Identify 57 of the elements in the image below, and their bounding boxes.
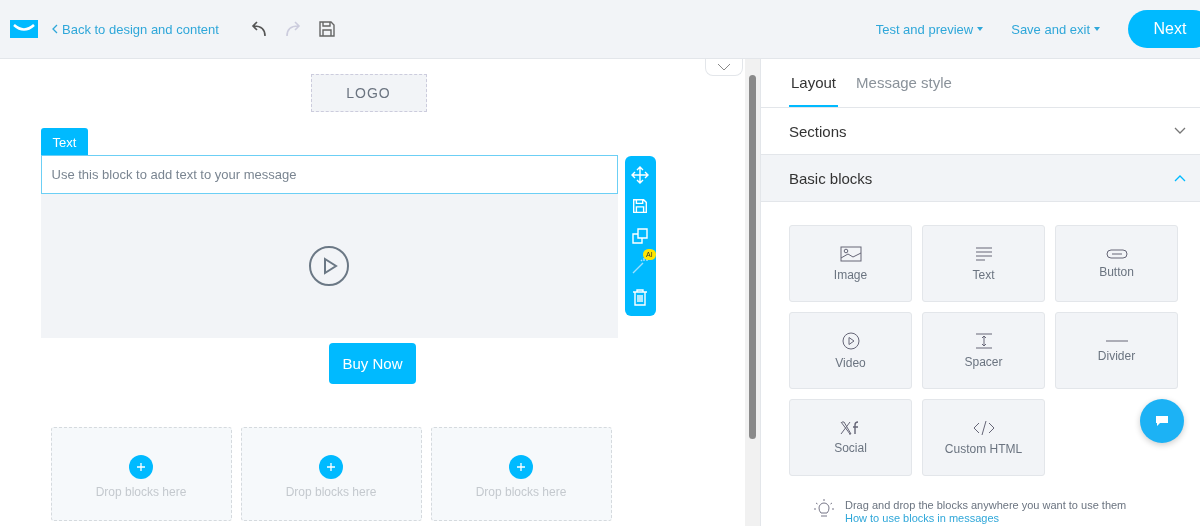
magic-wand-icon[interactable] — [631, 257, 649, 276]
add-icon[interactable] — [319, 455, 343, 479]
pill-icon — [1105, 248, 1128, 259]
test-preview-menu[interactable]: Test and preview — [875, 21, 974, 37]
block-label: Video — [835, 355, 866, 370]
text-lines-icon — [974, 245, 993, 262]
block-tile[interactable]: Spacer — [922, 312, 1045, 389]
text-block[interactable]: Use this block to add text to your message — [40, 155, 618, 194]
divider-icon — [1105, 338, 1128, 343]
chevron-left-icon — [52, 24, 58, 34]
block-tile[interactable]: Video — [789, 312, 912, 389]
block-tile[interactable]: Image — [789, 225, 912, 302]
chevron-icon — [1174, 127, 1186, 135]
buy-now-button[interactable]: Buy Now — [329, 343, 416, 384]
block-label: Spacer — [964, 354, 1003, 369]
chevron-icon — [1174, 174, 1186, 182]
trash-icon[interactable] — [631, 287, 649, 306]
block-label: Text — [972, 267, 995, 282]
tip-text: Drag and drop the blocks anywhere you want to use them — [845, 499, 1127, 511]
scrollbar[interactable] — [745, 59, 760, 526]
panel-tab[interactable]: Message style — [854, 59, 954, 107]
code-icon — [972, 419, 995, 436]
save-icon[interactable] — [316, 19, 337, 39]
accordion-header[interactable]: Basic blocks — [761, 155, 1200, 202]
save-icon[interactable] — [631, 196, 649, 215]
accordion-title: Sections — [789, 122, 847, 140]
logo-placeholder[interactable]: LOGO — [310, 74, 427, 112]
add-icon[interactable] — [509, 455, 533, 479]
block-tile[interactable]: Social — [789, 399, 912, 476]
next-button[interactable]: Next — [1128, 10, 1200, 48]
chevron-down-icon[interactable] — [717, 63, 731, 71]
block-tile[interactable]: Button — [1055, 225, 1178, 302]
image-icon — [839, 245, 862, 262]
play-icon — [308, 245, 350, 287]
chat-button[interactable] — [1140, 399, 1184, 443]
duplicate-icon[interactable] — [631, 226, 649, 245]
chat-icon — [1155, 415, 1169, 427]
lightbulb-icon — [813, 499, 835, 519]
block-label: Image — [833, 267, 868, 282]
block-label: Divider — [1097, 348, 1136, 363]
back-link[interactable]: Back to design and content — [62, 21, 219, 37]
block-label: Button — [1099, 264, 1134, 279]
logo-icon — [10, 20, 38, 38]
block-tile[interactable]: Custom HTML — [922, 399, 1045, 476]
help-link[interactable]: How to use blocks in messages — [845, 512, 1127, 524]
spacer-icon — [974, 332, 993, 349]
accordion-title: Basic blocks — [789, 169, 873, 187]
block-tile[interactable]: Divider — [1055, 312, 1178, 389]
play-icon — [841, 331, 860, 350]
block-label: Social — [834, 440, 867, 455]
block-tile[interactable]: Text — [922, 225, 1045, 302]
caret-icon — [977, 27, 984, 31]
add-icon[interactable] — [129, 455, 153, 479]
move-icon[interactable] — [631, 166, 649, 185]
save-exit-menu[interactable]: Save and exit — [1011, 21, 1090, 37]
caret-icon — [1094, 27, 1100, 31]
block-label: Custom HTML — [944, 441, 1023, 456]
